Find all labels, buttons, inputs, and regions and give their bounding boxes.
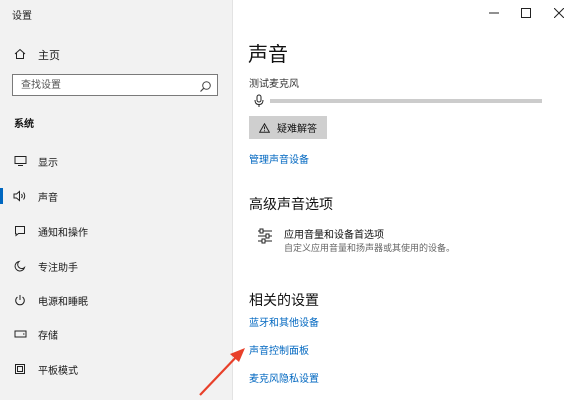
sidebar-item-label: 平板模式 bbox=[38, 365, 78, 377]
home-nav-item[interactable]: 主页 bbox=[14, 45, 60, 64]
moon-icon bbox=[12, 258, 28, 274]
annotation-arrow bbox=[199, 348, 245, 396]
troubleshoot-label: 疑难解答 bbox=[277, 124, 317, 135]
mic-test-label: 测试麦克风 bbox=[249, 79, 299, 90]
warning-icon bbox=[258, 118, 271, 137]
advanced-sound-options-heading: 高级声音选项 bbox=[249, 197, 333, 213]
bluetooth-devices-link[interactable]: 蓝牙和其他设备 bbox=[249, 314, 319, 329]
related-settings-heading: 相关的设置 bbox=[249, 293, 319, 309]
selection-indicator bbox=[0, 188, 3, 204]
troubleshoot-button[interactable]: 疑难解答 bbox=[249, 116, 327, 139]
close-icon bbox=[553, 3, 565, 22]
app-volume-preferences-desc: 自定义应用音量和扬声器或其使用的设备。 bbox=[284, 244, 456, 254]
power-icon bbox=[12, 292, 28, 308]
tablet-icon bbox=[12, 361, 28, 377]
sidebar-item-sound[interactable]: 声音 bbox=[0, 184, 232, 208]
storage-icon bbox=[12, 326, 28, 342]
app-volume-icon[interactable] bbox=[256, 228, 274, 248]
sidebar-item-power-sleep[interactable]: 电源和睡眠 bbox=[0, 288, 232, 312]
close-button[interactable] bbox=[549, 4, 569, 20]
sidebar-item-notifications[interactable]: 通知和操作 bbox=[0, 219, 232, 243]
settings-window: 设置 主页 系统 显示 声音 bbox=[0, 0, 580, 400]
minimize-icon bbox=[489, 3, 499, 22]
manage-sound-devices-link[interactable]: 管理声音设备 bbox=[249, 151, 309, 166]
sidebar-item-label: 专注助手 bbox=[38, 262, 78, 274]
home-icon bbox=[14, 45, 26, 64]
maximize-button[interactable] bbox=[516, 4, 536, 20]
maximize-icon bbox=[521, 3, 531, 22]
section-header-system: 系统 bbox=[14, 119, 34, 130]
home-label: 主页 bbox=[38, 48, 60, 62]
sidebar-item-display[interactable]: 显示 bbox=[0, 149, 232, 173]
search-input[interactable] bbox=[13, 75, 201, 95]
app-volume-preferences-link[interactable]: 应用音量和设备首选项 bbox=[284, 226, 384, 241]
sound-control-panel-link[interactable]: 声音控制面板 bbox=[249, 342, 309, 357]
search-box[interactable] bbox=[12, 74, 218, 96]
sidebar-item-label: 电源和睡眠 bbox=[38, 296, 88, 308]
window-title: 设置 bbox=[12, 11, 32, 22]
microphone-privacy-link[interactable]: 麦克风隐私设置 bbox=[249, 370, 319, 385]
sidebar-item-label: 显示 bbox=[38, 157, 58, 169]
sidebar-item-label: 声音 bbox=[38, 192, 58, 204]
search-icon[interactable] bbox=[199, 78, 212, 97]
sidebar-item-label: 通知和操作 bbox=[38, 227, 88, 239]
microphone-icon bbox=[254, 93, 264, 112]
page-title: 声音 bbox=[248, 42, 288, 66]
sidebar-item-label: 存储 bbox=[38, 330, 58, 342]
monitor-icon bbox=[12, 153, 28, 169]
mic-level-meter bbox=[270, 99, 542, 103]
sidebar-item-focus-assist[interactable]: 专注助手 bbox=[0, 254, 232, 278]
speaker-icon bbox=[12, 188, 28, 204]
minimize-button[interactable] bbox=[484, 4, 504, 20]
notification-icon bbox=[12, 223, 28, 239]
